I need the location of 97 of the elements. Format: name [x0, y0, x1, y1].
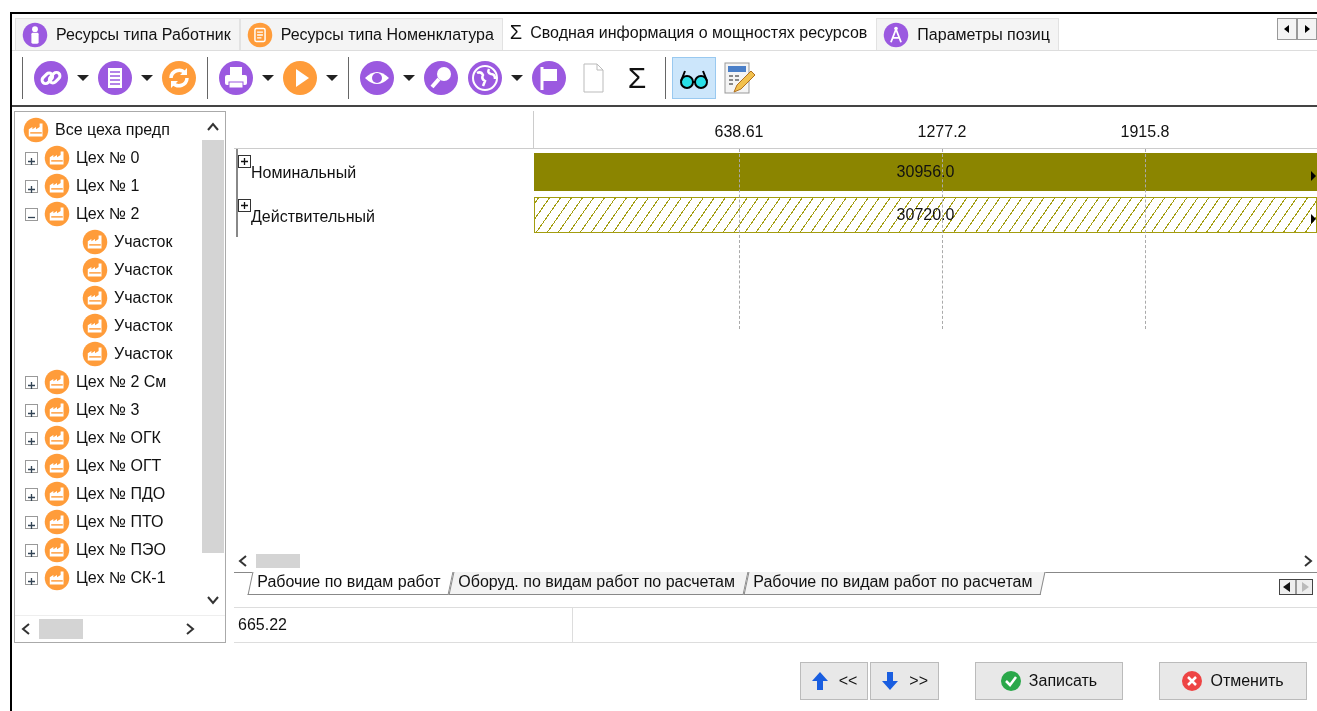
sheet-tab[interactable]: Рабочие по видам работ по расчетам: [743, 572, 1046, 595]
caret-icon[interactable]: [141, 74, 153, 82]
compass-icon: [883, 21, 910, 48]
factory-icon: [82, 257, 108, 283]
scrollbar-thumb[interactable]: [256, 554, 300, 568]
factory-icon: [44, 565, 70, 591]
tree-item[interactable]: Цех № ОГК: [76, 429, 161, 447]
document-icon: [97, 60, 133, 96]
tab-scroll-arrows-icon[interactable]: [1279, 579, 1313, 595]
play-icon: [282, 60, 318, 96]
cancel-button[interactable]: Отменить: [1159, 662, 1307, 700]
factory-icon: [44, 173, 70, 199]
scroll-right-icon[interactable]: [185, 622, 195, 636]
tree-item[interactable]: Участок: [114, 233, 173, 251]
next-button[interactable]: >>: [870, 662, 939, 700]
expand-icon[interactable]: [25, 543, 38, 557]
tree-item[interactable]: Цех № 2 См: [76, 373, 167, 391]
expand-icon[interactable]: [25, 459, 38, 473]
tree-item[interactable]: Цех № 3: [76, 401, 140, 419]
capacity-bar: 30956.0: [534, 153, 1317, 191]
caret-icon[interactable]: [77, 74, 89, 82]
collapse-icon[interactable]: [25, 207, 38, 221]
caret-icon[interactable]: [511, 74, 523, 82]
status-value: 665.22: [234, 608, 573, 642]
tab[interactable]: Параметры позиц: [876, 18, 1059, 50]
factory-icon: [44, 453, 70, 479]
refresh-icon: [161, 60, 197, 96]
tree-item[interactable]: Все цеха предп: [55, 121, 170, 139]
toolbar-button[interactable]: [672, 57, 716, 99]
tree-item[interactable]: Цех № 0: [76, 149, 140, 167]
sigma-icon: Σ: [509, 21, 523, 44]
factory-icon: [82, 313, 108, 339]
scroll-right-icon[interactable]: [1297, 18, 1317, 40]
expand-icon[interactable]: [25, 515, 38, 529]
factory-icon: [44, 509, 70, 535]
scroll-icon: [246, 21, 273, 48]
sheet-tab[interactable]: Оборуд. по видам работ по расчетам: [448, 572, 749, 595]
factory-icon: [44, 537, 70, 563]
eye-icon: [359, 60, 395, 96]
up-arrow-icon: [810, 671, 831, 691]
search-icon: [423, 60, 459, 96]
tree-item[interactable]: Участок: [114, 289, 173, 307]
tree-item[interactable]: Цех № ПЭО: [76, 541, 166, 559]
factory-icon: [44, 397, 70, 423]
tree-item[interactable]: Цех № 1: [76, 177, 140, 195]
toolbar-button[interactable]: Σ: [615, 57, 659, 99]
axis-tick-label: 1277.2: [917, 123, 967, 141]
caret-icon[interactable]: [403, 74, 415, 82]
tree-item[interactable]: Участок: [114, 317, 173, 335]
factory-icon: [82, 341, 108, 367]
tab[interactable]: Ресурсы типа Номенклатура: [239, 18, 503, 50]
tree-item[interactable]: Цех № ОГТ: [76, 457, 162, 475]
factory-icon: [82, 285, 108, 311]
factory-icon: [82, 229, 108, 255]
printer-icon: [218, 60, 254, 96]
tree-item[interactable]: Цех № ПТО: [76, 513, 164, 531]
sheet-tab[interactable]: Рабочие по видам работ: [247, 572, 454, 595]
tree-item[interactable]: Участок: [114, 345, 173, 363]
tree-item[interactable]: Цех № ПДО: [76, 485, 166, 503]
tab[interactable]: Ресурсы типа Работник: [15, 18, 240, 50]
axis-tick-label: 638.61: [714, 123, 764, 141]
scrollbar-thumb[interactable]: [39, 619, 83, 639]
expand-icon[interactable]: [25, 151, 38, 165]
expand-icon[interactable]: [25, 375, 38, 389]
check-icon: [1000, 671, 1021, 691]
tree-item[interactable]: Цех № 2: [76, 205, 140, 223]
expand-icon[interactable]: [25, 179, 38, 193]
factory-icon: [44, 425, 70, 451]
expand-icon[interactable]: [25, 403, 38, 417]
cancel-icon: [1182, 671, 1203, 691]
tree-item[interactable]: Цех № СК-1: [76, 569, 166, 587]
scroll-left-icon[interactable]: [1277, 18, 1297, 40]
axis-tick-label: 1915.8: [1120, 123, 1170, 141]
link-icon: [33, 60, 69, 96]
tree-item[interactable]: Участок: [114, 261, 173, 279]
expand-icon[interactable]: [25, 487, 38, 501]
factory-icon: [44, 481, 70, 507]
scrollbar-thumb[interactable]: [202, 140, 224, 553]
expand-icon[interactable]: [25, 431, 38, 445]
row-label: Номинальный: [251, 164, 357, 182]
globe-icon: [467, 60, 503, 96]
scroll-right-icon[interactable]: [1303, 554, 1313, 568]
factory-icon: [44, 145, 70, 171]
row-label: Действительный: [251, 208, 375, 226]
save-button[interactable]: Записать: [975, 662, 1123, 700]
factory-icon: [44, 201, 70, 227]
caret-icon[interactable]: [326, 74, 338, 82]
caret-icon[interactable]: [262, 74, 274, 82]
scroll-left-icon[interactable]: [238, 554, 248, 568]
scroll-left-icon[interactable]: [21, 622, 31, 636]
expand-icon[interactable]: [238, 199, 251, 212]
flag-icon: [531, 60, 567, 96]
expand-icon[interactable]: [25, 571, 38, 585]
prev-button[interactable]: <<: [799, 662, 869, 700]
expand-icon[interactable]: [238, 155, 251, 168]
factory-icon: [23, 117, 49, 143]
factory-icon: [44, 369, 70, 395]
